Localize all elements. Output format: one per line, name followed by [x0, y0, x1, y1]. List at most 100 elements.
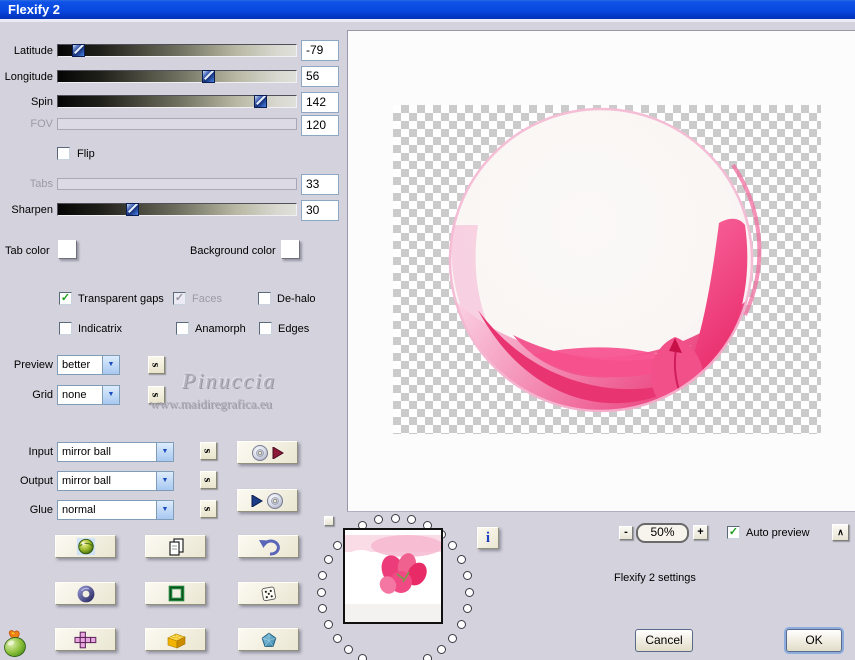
- ring-dot: [390, 513, 400, 523]
- ok-button[interactable]: OK: [786, 629, 842, 652]
- sphere-icon: [76, 537, 95, 555]
- spin-slider[interactable]: [57, 95, 297, 108]
- longitude-value[interactable]: 56: [301, 66, 339, 87]
- preview-panel[interactable]: [347, 30, 855, 512]
- ring-dot: [422, 654, 432, 660]
- flaming-pear-logo: [4, 630, 26, 657]
- faces-label: Faces: [192, 293, 222, 305]
- indicatrix-checkbox[interactable]: [59, 322, 72, 335]
- watermark-name: Pinuccia: [182, 368, 277, 393]
- play-triangle-blue-icon: [251, 494, 263, 507]
- background-color-swatch[interactable]: [281, 240, 300, 259]
- torus-button[interactable]: [55, 582, 116, 605]
- chevron-down-icon[interactable]: ▼: [156, 472, 173, 490]
- indicatrix-label: Indicatrix: [78, 323, 123, 335]
- cube-net-button[interactable]: [55, 628, 116, 651]
- spin-slider-thumb[interactable]: [254, 95, 267, 108]
- edges-checkbox[interactable]: [259, 322, 272, 335]
- info-icon: i: [485, 529, 491, 546]
- preview-combo-value: better: [62, 359, 91, 371]
- brick-button[interactable]: [145, 628, 206, 651]
- copy-pages-icon: [168, 537, 184, 556]
- longitude-slider[interactable]: [57, 70, 297, 83]
- mirror-ball-preview-image: [448, 107, 762, 413]
- copy-button[interactable]: [145, 535, 206, 558]
- preview-combo[interactable]: better ▼: [57, 355, 120, 375]
- undo-button[interactable]: [238, 535, 299, 558]
- latitude-slider[interactable]: [57, 44, 297, 57]
- ring-dot: [323, 619, 333, 629]
- output-combo-value: mirror ball: [62, 475, 111, 487]
- tabs-slider: [57, 178, 297, 190]
- ring-dot: [457, 619, 467, 629]
- latitude-label: Latitude: [13, 45, 53, 57]
- latitude-value[interactable]: -79: [301, 40, 339, 61]
- randomize-button[interactable]: [238, 582, 299, 605]
- fov-value[interactable]: 120: [301, 115, 339, 136]
- cd-icon: [267, 492, 283, 509]
- cancel-button[interactable]: Cancel: [635, 629, 693, 652]
- flip-checkbox[interactable]: [57, 147, 70, 160]
- ring-dot: [332, 633, 342, 643]
- settings-caption: Flexify 2 settings: [614, 572, 696, 584]
- chevron-down-icon[interactable]: ▼: [102, 386, 119, 404]
- transparent-gaps-label: Transparent gaps: [78, 293, 164, 305]
- tabs-value[interactable]: 33: [301, 174, 339, 195]
- planet-preview-button[interactable]: [55, 535, 116, 558]
- anamorph-label: Anamorph: [195, 323, 246, 335]
- transparency-checkerboard: [393, 105, 821, 434]
- caret-up-icon: ∧: [837, 527, 844, 537]
- spin-label: Spin: [30, 96, 53, 108]
- auto-preview-label: Auto preview: [746, 527, 810, 539]
- glue-shuffle-button[interactable]: s: [200, 500, 217, 518]
- save-settings-button[interactable]: [237, 489, 298, 512]
- chevron-down-icon[interactable]: ▼: [156, 501, 173, 519]
- flexify-dialog: Flexify 2 Latitude -79 Longitude 56 Spin…: [0, 0, 855, 660]
- longitude-slider-thumb[interactable]: [202, 70, 215, 83]
- spin-value[interactable]: 142: [301, 92, 339, 113]
- grid-combo[interactable]: none ▼: [57, 385, 120, 405]
- input-combo-label: Input: [28, 446, 53, 458]
- transparent-gaps-checkbox[interactable]: ✓: [59, 292, 72, 305]
- preview-shuffle-button[interactable]: s: [148, 356, 165, 374]
- anamorph-checkbox[interactable]: [176, 322, 189, 335]
- output-shuffle-button[interactable]: s: [200, 471, 217, 489]
- load-settings-button[interactable]: [237, 441, 298, 464]
- ring-dot: [464, 587, 474, 597]
- frame-button[interactable]: [145, 582, 206, 605]
- auto-preview-checkbox[interactable]: ✓: [727, 526, 740, 539]
- chevron-down-icon[interactable]: ▼: [156, 443, 173, 461]
- zoom-out-button[interactable]: -: [619, 526, 633, 540]
- title-bar[interactable]: Flexify 2: [0, 0, 855, 22]
- sharpen-slider[interactable]: [57, 203, 297, 216]
- sharpen-slider-thumb[interactable]: [126, 203, 139, 216]
- dotted-circle-handle[interactable]: [324, 516, 334, 526]
- sharpen-value[interactable]: 30: [301, 200, 339, 221]
- minus-icon: -: [624, 526, 628, 538]
- fov-slider: [57, 118, 297, 130]
- collapse-button[interactable]: ∧: [832, 524, 849, 541]
- ring-dot: [462, 603, 472, 613]
- glue-combo[interactable]: normal ▼: [57, 500, 174, 520]
- dice-icon: [261, 586, 276, 601]
- chevron-down-icon[interactable]: ▼: [102, 356, 119, 374]
- info-button[interactable]: i: [477, 527, 499, 549]
- output-combo[interactable]: mirror ball ▼: [57, 471, 174, 491]
- ring-dot: [318, 603, 328, 613]
- tab-color-swatch[interactable]: [58, 240, 77, 259]
- ring-dot: [436, 645, 446, 655]
- source-thumbnail[interactable]: [333, 528, 443, 624]
- ring-dot: [462, 571, 472, 581]
- input-combo[interactable]: mirror ball ▼: [57, 442, 174, 462]
- input-shuffle-button[interactable]: s: [200, 442, 217, 460]
- grid-combo-value: none: [62, 389, 87, 401]
- ring-dot: [406, 515, 416, 525]
- fov-label: FOV: [30, 118, 53, 130]
- zoom-in-button[interactable]: +: [693, 525, 708, 540]
- ring-dot: [316, 587, 326, 597]
- de-halo-checkbox[interactable]: [258, 292, 271, 305]
- polyhedron-button[interactable]: [238, 628, 299, 651]
- latitude-slider-thumb[interactable]: [72, 44, 85, 57]
- ring-dot: [323, 555, 333, 565]
- ring-dot: [344, 645, 354, 655]
